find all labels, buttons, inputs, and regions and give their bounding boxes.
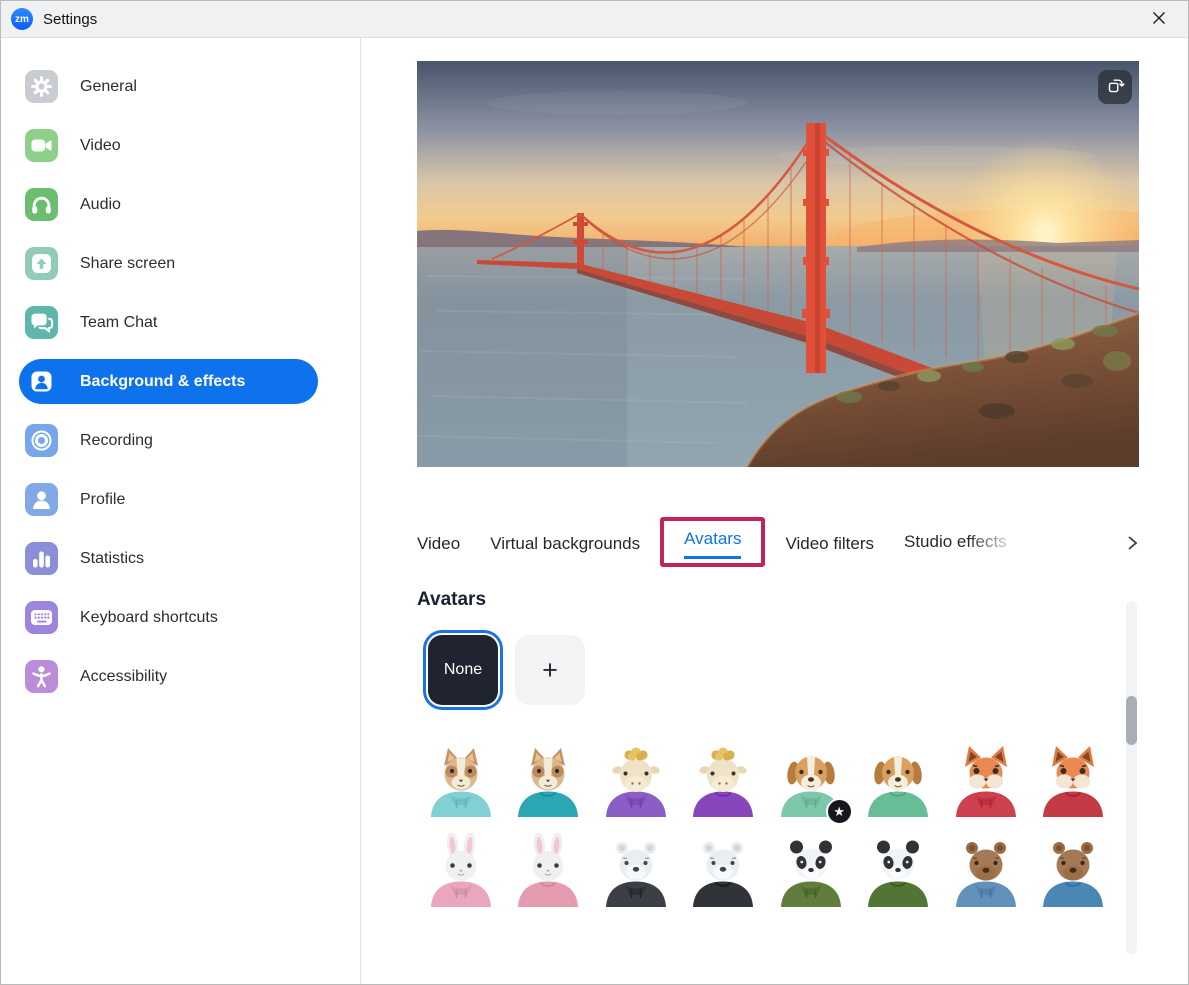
sidebar-item-accessibility[interactable]: Accessibility: [19, 654, 320, 699]
sidebar-item-team-chat[interactable]: Team Chat: [19, 300, 320, 345]
tab-video[interactable]: Video: [417, 534, 460, 554]
avatar-fox-tshirt[interactable]: [1035, 743, 1111, 819]
tab-studio-effects[interactable]: Studio effects: [904, 532, 1024, 557]
avatar-bear-tshirt[interactable]: [1035, 833, 1111, 909]
sidebar-item-label: Profile: [80, 491, 125, 509]
avatar-polarbear-hoodie[interactable]: [598, 833, 674, 909]
sidebar-item-keyboard-shortcuts[interactable]: Keyboard shortcuts: [19, 595, 320, 640]
sidebar-item-audio[interactable]: Audio: [19, 182, 320, 227]
person-icon: [25, 483, 58, 516]
record-icon: [25, 424, 58, 457]
tab-video-filters[interactable]: Video filters: [785, 534, 874, 554]
share-screen-icon: [25, 247, 58, 280]
avatar-none-button[interactable]: None: [428, 635, 498, 705]
avatar-panda-hoodie[interactable]: [773, 833, 849, 909]
tab-label: Virtual backgrounds: [490, 534, 640, 553]
bar-chart-icon: [25, 542, 58, 575]
sidebar-item-general[interactable]: General: [19, 64, 320, 109]
sidebar-item-label: General: [80, 78, 137, 96]
sidebar-item-label: Recording: [80, 432, 153, 450]
rotate-preview-button[interactable]: [1098, 70, 1132, 104]
avatar-polarbear-tshirt[interactable]: [685, 833, 761, 909]
headphones-icon: [25, 188, 58, 221]
sidebar-item-label: Video: [80, 137, 121, 155]
avatar-panda-tshirt[interactable]: [860, 833, 936, 909]
zoom-logo: zm: [11, 8, 33, 30]
sidebar-item-label: Share screen: [80, 255, 175, 273]
tab-label: Video filters: [785, 534, 874, 553]
sidebar-item-statistics[interactable]: Statistics: [19, 536, 320, 581]
titlebar: zm Settings: [1, 1, 1188, 38]
sidebar-item-label: Accessibility: [80, 668, 167, 686]
content-pane: Video Virtual backgrounds Avatars Video fil…: [361, 38, 1188, 985]
annotation-highlight-box: Avatars: [660, 517, 765, 567]
avatars-heading: Avatars: [417, 589, 1188, 611]
tab-avatars[interactable]: Avatars: [684, 529, 741, 559]
golden-gate-bridge-photo: [417, 61, 1139, 467]
settings-window: zm Settings General Video Audio Share scree…: [0, 0, 1189, 985]
sidebar: General Video Audio Share screen Team Chat Ba…: [1, 38, 361, 985]
gear-icon: [25, 70, 58, 103]
keyboard-icon: [25, 601, 58, 634]
background-icon: [25, 365, 58, 398]
tab-label: Video: [417, 534, 460, 553]
avatar-rabbit-hoodie[interactable]: [423, 833, 499, 909]
avatar-corgi-hoodie[interactable]: [423, 743, 499, 819]
tab-label: Studio effects: [904, 532, 1024, 552]
sidebar-item-background-effects[interactable]: Background & effects: [19, 359, 318, 404]
sidebar-item-label: Statistics: [80, 550, 144, 568]
chat-bubbles-icon: [25, 306, 58, 339]
virtual-background-preview: [417, 61, 1139, 467]
close-button[interactable]: [1144, 4, 1174, 34]
sidebar-item-share-screen[interactable]: Share screen: [19, 241, 320, 286]
close-icon: [1151, 10, 1167, 29]
avatar-sheep-hoodie[interactable]: [598, 743, 674, 819]
sidebar-item-label: Team Chat: [80, 314, 157, 332]
rotate-icon: [1104, 75, 1126, 100]
chevron-right-icon: [1125, 534, 1139, 555]
tab-virtual-backgrounds[interactable]: Virtual backgrounds: [490, 534, 640, 554]
star-badge-icon: ★: [826, 798, 853, 825]
sidebar-item-label: Audio: [80, 196, 121, 214]
scrollbar-thumb[interactable]: [1126, 696, 1137, 745]
sidebar-item-label: Background & effects: [80, 373, 245, 391]
main-area: General Video Audio Share screen Team Chat Ba…: [1, 38, 1188, 985]
background-effects-tabs: Video Virtual backgrounds Avatars Video fil…: [417, 529, 1139, 559]
tab-label: Avatars: [684, 529, 741, 559]
accessibility-icon: [25, 660, 58, 693]
content-scrollbar[interactable]: [1126, 601, 1137, 954]
sidebar-item-video[interactable]: Video: [19, 123, 320, 168]
avatar-dog-tshirt[interactable]: [860, 743, 936, 819]
sidebar-item-recording[interactable]: Recording: [19, 418, 320, 463]
avatar-bear-hoodie[interactable]: [948, 833, 1024, 909]
avatar-fox-hoodie[interactable]: [948, 743, 1024, 819]
sidebar-item-label: Keyboard shortcuts: [80, 609, 218, 627]
avatar-rabbit-tshirt[interactable]: [510, 833, 586, 909]
video-camera-icon: [25, 129, 58, 162]
tabs-overflow-button[interactable]: [1125, 534, 1139, 555]
add-avatar-button[interactable]: +: [515, 635, 585, 705]
avatar-corgi-tshirt[interactable]: [510, 743, 586, 819]
sidebar-item-profile[interactable]: Profile: [19, 477, 320, 522]
avatar-grid: ★: [417, 743, 1117, 909]
avatar-choices-row: None +: [417, 635, 1188, 705]
avatar-sheep-tshirt[interactable]: [685, 743, 761, 819]
avatar-dog-hoodie[interactable]: ★: [773, 743, 849, 819]
window-title: Settings: [43, 11, 97, 28]
